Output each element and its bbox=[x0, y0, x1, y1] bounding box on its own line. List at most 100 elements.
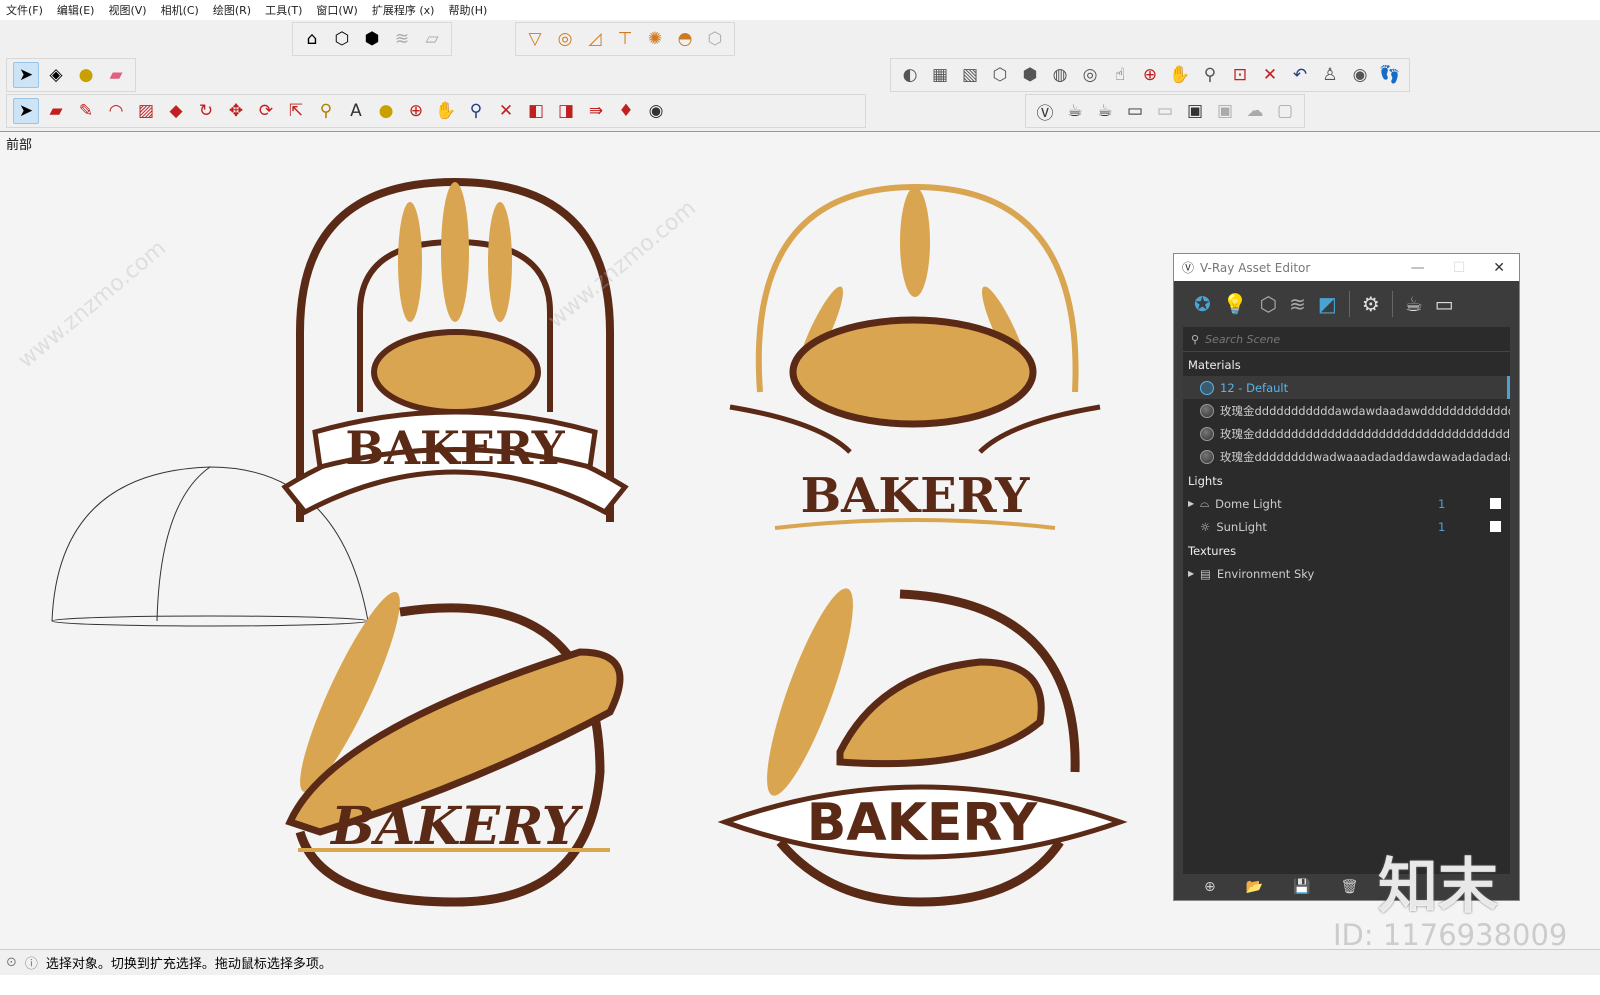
cone-icon[interactable]: ◿ bbox=[582, 26, 608, 52]
target-icon[interactable]: ◎ bbox=[552, 26, 578, 52]
zoom-window-icon[interactable]: ⊡ bbox=[1227, 62, 1253, 88]
material-item[interactable]: 玫瑰金dddddddddddawdawdaadawdddddddddddddd.… bbox=[1183, 399, 1510, 422]
eraser-icon[interactable]: ▰ bbox=[43, 98, 69, 124]
close-button[interactable]: ✕ bbox=[1493, 260, 1505, 276]
geo-location-icon[interactable]: ⊙ bbox=[6, 955, 17, 970]
funnel-icon[interactable]: ▽ bbox=[522, 26, 548, 52]
open-folder-icon[interactable]: 📂 bbox=[1246, 879, 1263, 895]
frame-buffer-icon[interactable]: ▭ bbox=[1435, 292, 1454, 316]
menu-tools[interactable]: 工具(T) bbox=[265, 2, 302, 18]
wireframe-icon[interactable]: ▧ bbox=[957, 62, 983, 88]
account-icon[interactable]: ◉ bbox=[643, 98, 669, 124]
tape-measure-icon[interactable]: ⚲ bbox=[313, 98, 339, 124]
zoom-icon[interactable]: ⚲ bbox=[463, 98, 489, 124]
section-icon[interactable]: ▦ bbox=[927, 62, 953, 88]
sandbox-icon[interactable]: ≋ bbox=[389, 26, 415, 52]
material-item[interactable]: 玫瑰金ddddddddwadwaaadadaddawdawadadadadad.… bbox=[1183, 445, 1510, 468]
info-icon[interactable]: ⓘ bbox=[25, 953, 38, 972]
render-teapot-icon[interactable]: ☕ bbox=[1405, 292, 1423, 316]
menu-file[interactable]: 文件(F) bbox=[6, 2, 43, 18]
texture-item[interactable]: ▶ ▤ Environment Sky bbox=[1183, 562, 1510, 585]
menu-view[interactable]: 视图(V) bbox=[108, 2, 146, 18]
sphere-icon[interactable]: ⬡ bbox=[702, 26, 728, 52]
light-item[interactable]: ▶ ⌓ Dome Light 1 bbox=[1183, 492, 1510, 515]
menu-extensions[interactable]: 扩展程序 (x) bbox=[372, 2, 435, 18]
textured-icon[interactable]: ◍ bbox=[1047, 62, 1073, 88]
select-arrow-icon[interactable]: ➤ bbox=[13, 62, 39, 88]
export-icon[interactable]: ▣ bbox=[1212, 98, 1238, 124]
settings-gear-icon[interactable]: ⚙ bbox=[1362, 292, 1380, 316]
lights-icon[interactable]: 💡 bbox=[1223, 292, 1248, 316]
lock-icon[interactable]: ▢ bbox=[1272, 98, 1298, 124]
select-icon[interactable]: ➤ bbox=[13, 98, 39, 124]
rectangle-icon[interactable]: ▨ bbox=[133, 98, 159, 124]
dome-icon[interactable]: ◓ bbox=[672, 26, 698, 52]
light-toggle[interactable] bbox=[1490, 521, 1501, 532]
menu-draw[interactable]: 绘图(R) bbox=[213, 2, 251, 18]
pan2-icon[interactable]: ✋ bbox=[1167, 62, 1193, 88]
render-elements-icon[interactable]: ≋ bbox=[1289, 292, 1306, 316]
scale-icon[interactable]: ⇱ bbox=[283, 98, 309, 124]
orbit-icon[interactable]: ⊕ bbox=[403, 98, 429, 124]
interactive-render-icon[interactable]: ☕ bbox=[1092, 98, 1118, 124]
layout-icon[interactable]: ⇛ bbox=[583, 98, 609, 124]
top-view-icon[interactable]: ⌂ bbox=[299, 26, 325, 52]
textures-icon[interactable]: ◩ bbox=[1318, 292, 1337, 316]
hidden-line-icon[interactable]: ⬡ bbox=[987, 62, 1013, 88]
ruby-icon[interactable]: ♦ bbox=[613, 98, 639, 124]
sun-icon[interactable]: ✺ bbox=[642, 26, 668, 52]
push-pull-icon[interactable]: ◆ bbox=[163, 98, 189, 124]
menu-help[interactable]: 帮助(H) bbox=[448, 2, 487, 18]
frame-buffer-icon[interactable]: ▭ bbox=[1122, 98, 1148, 124]
spotlight-icon[interactable]: ⊤ bbox=[612, 26, 638, 52]
iso-view-icon[interactable]: ⬡ bbox=[329, 26, 355, 52]
monochrome-icon[interactable]: ◎ bbox=[1077, 62, 1103, 88]
menu-edit[interactable]: 编辑(E) bbox=[57, 2, 95, 18]
add-icon[interactable]: ⊕ bbox=[1204, 879, 1216, 895]
component-icon[interactable]: ◈ bbox=[43, 62, 69, 88]
position-camera-icon[interactable]: ♙ bbox=[1317, 62, 1343, 88]
light-item[interactable]: ☼ SunLight 1 bbox=[1183, 515, 1510, 538]
material-item[interactable]: 玫瑰金dddddddddddddddddddddddddddddddddddd.… bbox=[1183, 422, 1510, 445]
follow-me-icon[interactable]: ↻ bbox=[193, 98, 219, 124]
minimize-button[interactable]: — bbox=[1411, 260, 1425, 276]
zoom2-icon[interactable]: ⚲ bbox=[1197, 62, 1223, 88]
materials-icon[interactable]: ✪ bbox=[1194, 292, 1211, 316]
geometry-icon[interactable]: ⬡ bbox=[1260, 292, 1277, 316]
delete-icon[interactable]: 🗑 bbox=[1341, 879, 1359, 895]
warehouse-icon[interactable]: ◧ bbox=[523, 98, 549, 124]
xray-icon[interactable]: ◐ bbox=[897, 62, 923, 88]
maximize-button[interactable]: ☐ bbox=[1453, 260, 1466, 276]
move-icon[interactable]: ✥ bbox=[223, 98, 249, 124]
text-icon[interactable]: A bbox=[343, 98, 369, 124]
walk-icon[interactable]: 👣 bbox=[1377, 62, 1403, 88]
look-around-icon[interactable]: ◉ bbox=[1347, 62, 1373, 88]
paint-icon[interactable]: ● bbox=[373, 98, 399, 124]
orbit2-icon[interactable]: ⊕ bbox=[1137, 62, 1163, 88]
menu-window[interactable]: 窗口(W) bbox=[316, 2, 357, 18]
cloud-icon[interactable]: ☁ bbox=[1242, 98, 1268, 124]
shaded-icon[interactable]: ⬢ bbox=[1017, 62, 1043, 88]
previous-icon[interactable]: ↶ bbox=[1287, 62, 1313, 88]
arc-icon[interactable]: ◠ bbox=[103, 98, 129, 124]
pan-icon[interactable]: ✋ bbox=[433, 98, 459, 124]
save-icon[interactable]: 💾 bbox=[1293, 879, 1310, 895]
zoom-extents2-icon[interactable]: ✕ bbox=[1257, 62, 1283, 88]
front-view-icon[interactable]: ⬢ bbox=[359, 26, 385, 52]
window-icon[interactable]: ▣ bbox=[1182, 98, 1208, 124]
paint-bucket-icon[interactable]: ● bbox=[73, 62, 99, 88]
zoom-extents-icon[interactable]: ✕ bbox=[493, 98, 519, 124]
render-teapot-icon[interactable]: ☕ bbox=[1062, 98, 1088, 124]
batch-icon[interactable]: ▭ bbox=[1152, 98, 1178, 124]
pencil-icon[interactable]: ✎ bbox=[73, 98, 99, 124]
vray-logo-icon[interactable]: Ⓥ bbox=[1032, 98, 1058, 124]
grid-icon[interactable]: ▱ bbox=[419, 26, 445, 52]
eraser-icon[interactable]: ▰ bbox=[103, 62, 129, 88]
menu-camera[interactable]: 相机(C) bbox=[161, 2, 199, 18]
search-input[interactable]: ⚲ Search Scene bbox=[1183, 327, 1510, 352]
rotate-icon[interactable]: ⟳ bbox=[253, 98, 279, 124]
extension-icon[interactable]: ◨ bbox=[553, 98, 579, 124]
interact-icon[interactable]: ☝ bbox=[1107, 62, 1133, 88]
light-toggle[interactable] bbox=[1490, 498, 1501, 509]
material-item[interactable]: 12 - Default bbox=[1183, 376, 1510, 399]
